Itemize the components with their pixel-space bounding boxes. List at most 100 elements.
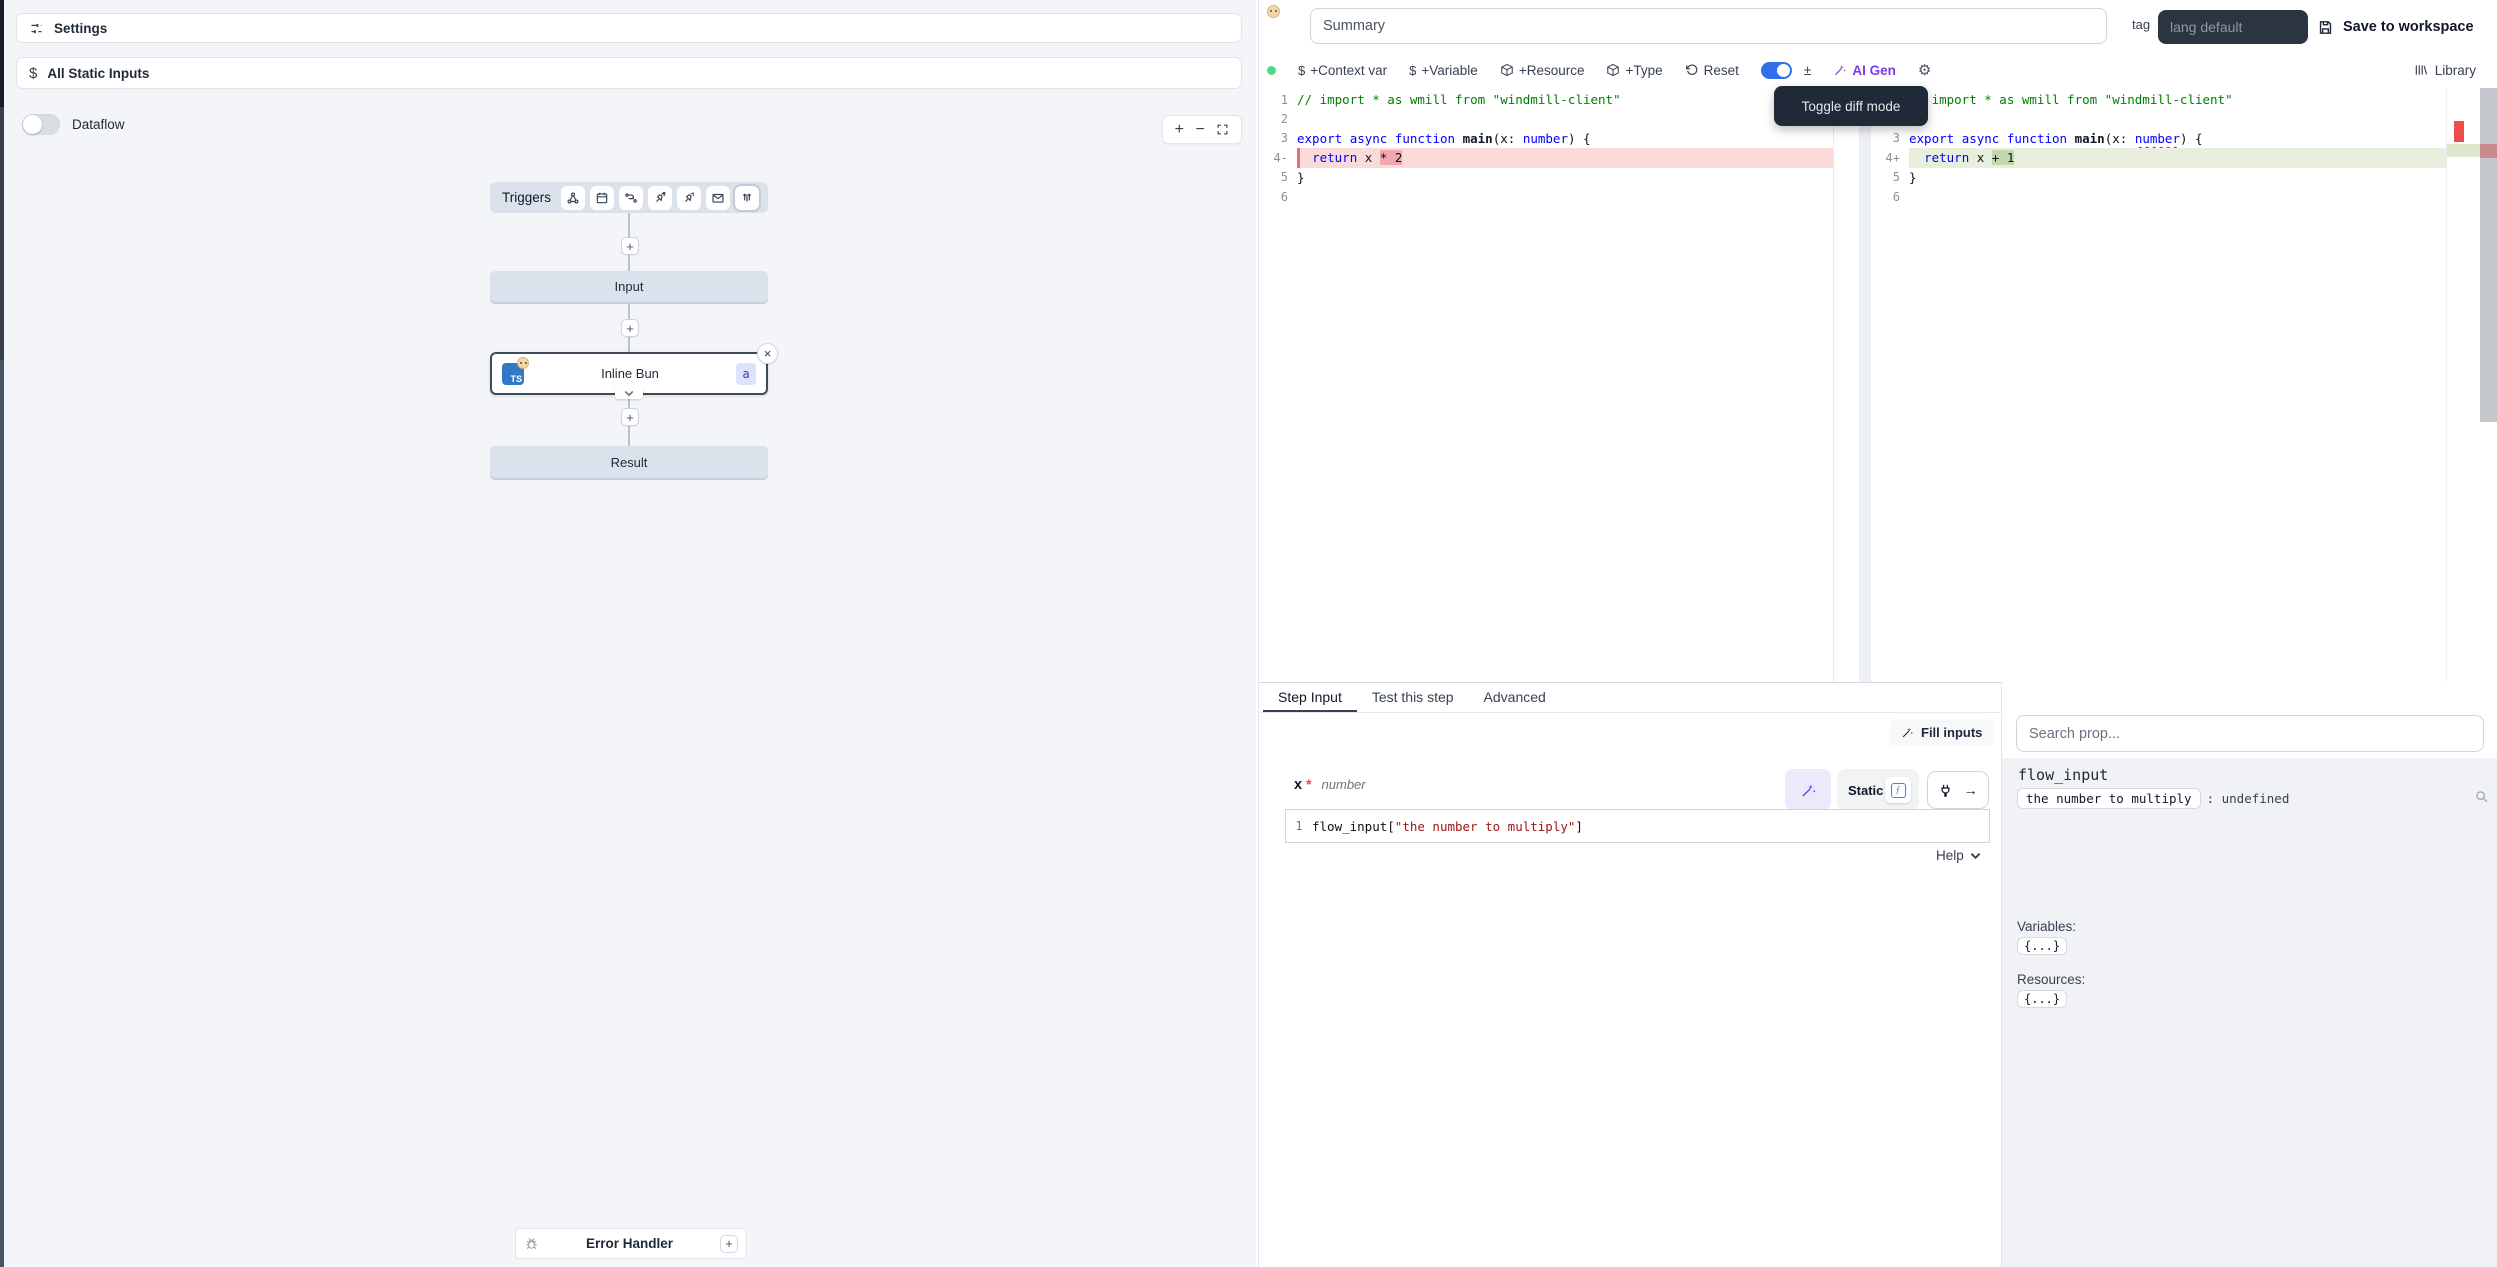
- prop-key-chip[interactable]: the number to multiply: [2017, 788, 2201, 809]
- code-line[interactable]: [1909, 109, 2446, 128]
- error-handler-node[interactable]: Error Handler +: [515, 1228, 747, 1259]
- resources-object-chip[interactable]: {...}: [2017, 990, 2067, 1008]
- postgres-trigger-icon[interactable]: [677, 186, 701, 210]
- tab-step-input[interactable]: Step Input: [1263, 683, 1357, 712]
- save-to-workspace-button[interactable]: Save to workspace: [2317, 13, 2474, 41]
- plug-icon[interactable]: [1938, 783, 1953, 798]
- code-line[interactable]: // import * as wmill from "windmill-clie…: [1909, 90, 2446, 109]
- step-id-badge[interactable]: a: [736, 363, 756, 385]
- zoom-out-button[interactable]: −: [1196, 122, 1205, 138]
- bug-icon: [524, 1236, 539, 1251]
- diff-code-editor: 1 // import * as wmill from "windmill-cl…: [1259, 88, 2497, 682]
- bun-face-icon: [1267, 5, 1280, 18]
- argument-type: number: [1322, 777, 1366, 792]
- search-prop-input[interactable]: [2016, 715, 2484, 752]
- code-line[interactable]: export async function main(x: number) {: [1909, 129, 2446, 148]
- inline-bun-step-node[interactable]: TS Inline Bun a: [490, 352, 768, 395]
- code-line[interactable]: export async function main(x: number) {: [1297, 129, 1833, 148]
- tag-input[interactable]: [2158, 10, 2308, 44]
- gear-icon[interactable]: ⚙: [1918, 61, 1931, 79]
- prop-value: : undefined: [2207, 791, 2290, 806]
- minimap-added-mark: [2447, 144, 2481, 157]
- all-static-inputs-label: All Static Inputs: [47, 66, 149, 81]
- editor-minimap[interactable]: [2446, 88, 2480, 682]
- code-line[interactable]: [1297, 187, 1833, 206]
- ai-fill-button[interactable]: [1785, 769, 1831, 811]
- step-chevron-down-icon[interactable]: [615, 387, 643, 399]
- code-line-added[interactable]: return x + 1: [1909, 148, 2446, 167]
- dollar-icon: $: [1409, 63, 1416, 78]
- result-node[interactable]: Result: [490, 446, 768, 478]
- library-button[interactable]: Library: [2414, 52, 2476, 88]
- add-step-button-top[interactable]: +: [621, 237, 639, 255]
- function-icon: ƒ: [1891, 783, 1906, 798]
- kafka-trigger-icon[interactable]: [735, 186, 759, 210]
- static-mode-toggle[interactable]: Static ƒ: [1837, 769, 1919, 811]
- add-type-button[interactable]: +Type: [1606, 63, 1662, 78]
- line-number: 2: [1259, 112, 1297, 126]
- step-close-icon[interactable]: ×: [757, 343, 778, 364]
- triggers-bar: Triggers: [490, 182, 768, 213]
- all-static-inputs-button[interactable]: $ All Static Inputs: [16, 57, 1242, 89]
- expression-editor[interactable]: 1 flow_input["the number to multiply"]: [1285, 809, 1990, 843]
- settings-label: Settings: [54, 21, 107, 36]
- code-line[interactable]: }: [1297, 168, 1833, 187]
- variables-object-chip[interactable]: {...}: [2017, 937, 2067, 955]
- input-node[interactable]: Input: [490, 271, 768, 302]
- save-icon: [2317, 19, 2334, 36]
- line-number: 3: [1259, 131, 1297, 145]
- add-context-var-button[interactable]: $ +Context var: [1298, 63, 1387, 78]
- summary-input[interactable]: [1310, 8, 2107, 44]
- tab-advanced[interactable]: Advanced: [1469, 683, 1561, 712]
- add-variable-button[interactable]: $ +Variable: [1409, 63, 1478, 78]
- code-line[interactable]: [1909, 187, 2446, 206]
- javascript-expression-button[interactable]: ƒ: [1885, 777, 1911, 803]
- webhook-trigger-icon[interactable]: [561, 186, 585, 210]
- fill-inputs-button[interactable]: Fill inputs: [1890, 719, 1993, 746]
- add-resource-button[interactable]: +Resource: [1500, 63, 1585, 78]
- triggers-label: Triggers: [502, 190, 551, 205]
- tab-test-this-step[interactable]: Test this step: [1357, 683, 1469, 712]
- line-number: 1: [1286, 819, 1312, 833]
- zoom-in-button[interactable]: +: [1175, 122, 1184, 138]
- expression-code[interactable]: flow_input["the number to multiply"]: [1312, 819, 1583, 834]
- email-trigger-icon[interactable]: [706, 186, 730, 210]
- diff-original-pane[interactable]: 1 // import * as wmill from "windmill-cl…: [1259, 90, 1833, 206]
- diff-modified-pane[interactable]: 1 // import * as wmill from "windmill-cl…: [1871, 90, 2446, 206]
- prop-list: flow_input the number to multiply : unde…: [2002, 758, 2497, 1267]
- diff-pane-divider: [1833, 88, 1871, 682]
- code-line[interactable]: // import * as wmill from "windmill-clie…: [1297, 90, 1833, 109]
- code-line-deleted[interactable]: return x * 2: [1297, 148, 1833, 167]
- chevron-down-icon: [1970, 852, 1981, 860]
- diff-mode-toggle[interactable]: [1761, 62, 1792, 79]
- code-line[interactable]: [1297, 109, 1833, 128]
- error-handler-label: Error Handler: [539, 1236, 720, 1251]
- add-step-button-bottom[interactable]: +: [621, 408, 639, 426]
- plus-minus-button[interactable]: ±: [1804, 63, 1811, 78]
- arrow-right-icon[interactable]: →: [1964, 782, 1978, 798]
- flow-panel: Settings $ All Static Inputs Dataflow + …: [4, 0, 1256, 1267]
- code-line[interactable]: }: [1909, 168, 2446, 187]
- ai-gen-button[interactable]: AI Gen: [1833, 63, 1896, 78]
- windmill-flow-editor: Settings $ All Static Inputs Dataflow + …: [0, 0, 2497, 1267]
- fit-view-icon[interactable]: [1216, 123, 1229, 136]
- magnifier-icon[interactable]: [2474, 789, 2489, 804]
- trigger-buttons: [561, 186, 759, 210]
- dataflow-toggle[interactable]: [22, 114, 60, 135]
- save-label: Save to workspace: [2343, 19, 2474, 35]
- schedule-trigger-icon[interactable]: [590, 186, 614, 210]
- dollar-icon: $: [29, 65, 37, 82]
- error-handler-add-icon[interactable]: +: [720, 1235, 738, 1253]
- line-number: 4+: [1871, 151, 1909, 165]
- argument-name: x: [1294, 777, 1302, 793]
- editor-scrollbar[interactable]: [2480, 88, 2497, 422]
- http-route-trigger-icon[interactable]: [619, 186, 643, 210]
- help-dropdown[interactable]: Help: [1936, 848, 1981, 863]
- reset-button[interactable]: Reset: [1685, 63, 1739, 78]
- settings-button[interactable]: Settings: [16, 13, 1242, 43]
- step-node-label: Inline Bun: [601, 366, 659, 381]
- websocket-trigger-icon[interactable]: [648, 186, 672, 210]
- line-number: 1: [1259, 93, 1297, 107]
- input-node-label: Input: [615, 279, 644, 294]
- add-step-button-middle[interactable]: +: [621, 319, 639, 337]
